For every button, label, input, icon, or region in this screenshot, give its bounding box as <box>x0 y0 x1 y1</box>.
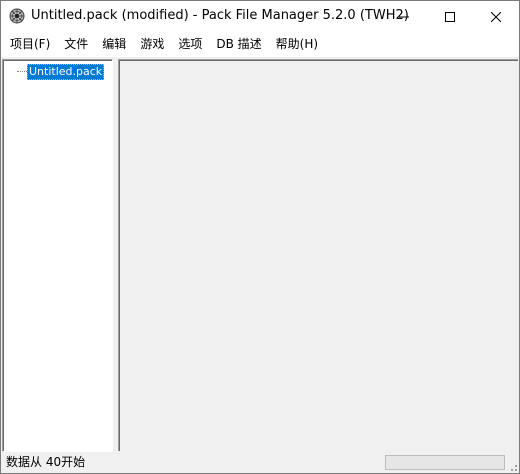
close-icon <box>491 11 501 22</box>
menu-item-edit[interactable]: 编辑 <box>95 32 133 57</box>
progress-bar <box>385 455 505 470</box>
menu-item-help[interactable]: 帮助(H) <box>269 32 325 57</box>
content-panel <box>118 59 518 451</box>
status-text: 数据从 40开始 <box>6 455 86 469</box>
menu-item-file[interactable]: 文件 <box>57 32 95 57</box>
tree-connector-line <box>17 71 27 72</box>
minimize-icon <box>399 16 409 17</box>
menu-item-game[interactable]: 游戏 <box>133 32 171 57</box>
status-bar: 数据从 40开始 <box>1 452 519 473</box>
menu-item-options[interactable]: 选项 <box>171 32 209 57</box>
window-title: Untitled.pack (modified) - Pack File Man… <box>31 8 409 23</box>
menu-item-db-description[interactable]: DB 描述 <box>209 32 268 57</box>
maximize-button[interactable] <box>427 1 473 32</box>
pack-tree-view[interactable]: Untitled.pack <box>2 59 113 452</box>
menu-bar: 项目(F) 文件 编辑 游戏 选项 DB 描述 帮助(H) <box>1 32 519 57</box>
resize-grip-icon[interactable] <box>507 460 517 471</box>
app-window: Untitled.pack (modified) - Pack File Man… <box>0 0 520 474</box>
title-bar[interactable]: Untitled.pack (modified) - Pack File Man… <box>1 1 519 32</box>
menu-item-project[interactable]: 项目(F) <box>1 32 57 57</box>
minimize-button[interactable] <box>381 1 427 32</box>
tree-node-root[interactable]: Untitled.pack <box>27 64 105 80</box>
pack-file-manager-icon[interactable] <box>9 8 25 24</box>
maximize-icon <box>445 11 455 22</box>
close-button[interactable] <box>473 1 519 32</box>
